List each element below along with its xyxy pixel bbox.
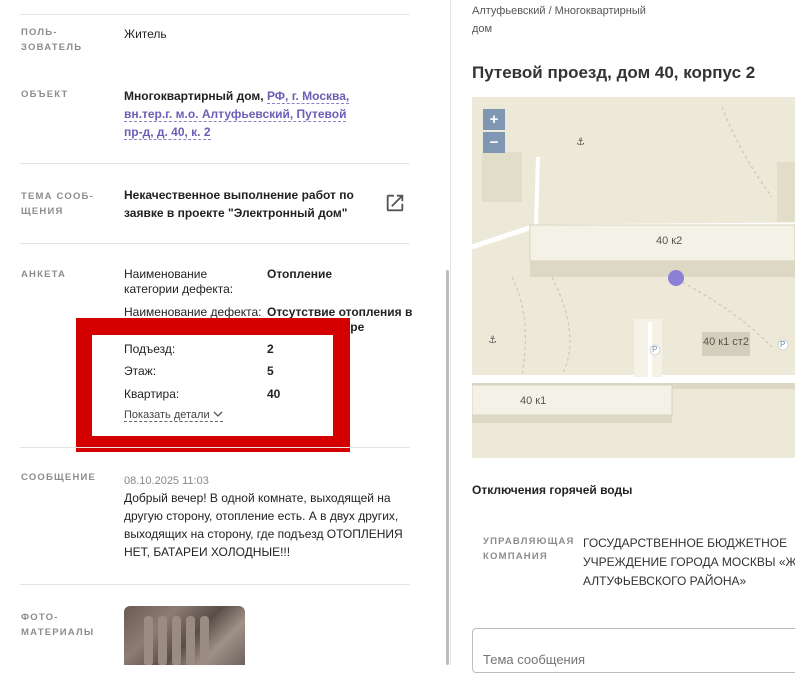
photos-label: ФОТО- МАТЕРИАЛЫ [21,610,94,640]
object-address-link-2[interactable]: вн.тер.г. м.о. Алтуфьевский, Путевой [124,107,347,122]
message-label: СООБЩЕНИЕ [21,472,97,483]
chevron-down-icon [213,411,223,417]
breadcrumb-line2[interactable]: дом [472,20,692,38]
divider [20,243,410,244]
survey-label: АНКЕТА [21,269,67,280]
management-company-label: УПРАВЛЯЮЩАЯ КОМПАНИЯ [483,534,575,564]
page-title: Путевой проезд, дом 40, корпус 2 [472,63,756,82]
topic-value-line1: Некачественное выполнение работ по [124,188,354,202]
message-line1: Добрый вечер! В одной комнате, выходящей… [124,491,391,505]
request-details-panel: ПОЛЬ- ЗОВАТЕЛЬ Житель ОБЪЕКТ Многокварти… [0,0,450,665]
topic-value-line2: заявке в проекте "Электронный дом" [124,206,348,220]
apartment-value: 40 [267,387,281,401]
breadcrumb: Алтуфьевский / Многоквартирный дом [472,2,692,38]
map-label-40k1st2: 40 к1 ст2 [703,336,749,348]
location-marker [668,270,684,286]
entrance-value: 2 [267,342,274,356]
user-label-line1: ПОЛЬ- [21,27,58,38]
defect-category-name-line2: категории дефекта: [124,282,234,296]
external-link-icon[interactable] [384,192,406,214]
message-text: Добрый вечер! В одной комнате, выходящей… [124,489,414,561]
management-company-label-line2: КОМПАНИЯ [483,551,548,562]
zoom-out-button[interactable]: − [483,132,505,153]
divider [20,163,410,164]
apartment-label: Квартира: [124,387,180,401]
landmark-icon: ⚓ [488,335,497,346]
floor-label: Этаж: [124,364,157,378]
defect-category-value: Отопление [267,267,333,281]
scrollbar[interactable] [446,270,449,665]
management-company-value: ГОСУДАРСТВЕННОЕ БЮДЖЕТНОЕ УЧРЕЖДЕНИЕ ГОР… [583,534,795,591]
photo-thumbnail[interactable] [124,606,245,665]
message-subject-input[interactable] [472,628,795,673]
hot-water-outages-title: Отключения горячей воды [472,483,633,497]
message-timestamp: 08.10.2025 11:03 [124,475,209,487]
management-company-label-line1: УПРАВЛЯЮЩАЯ [483,536,575,547]
management-company-line1: ГОСУДАРСТВЕННОЕ БЮДЖЕТНОЕ [583,536,788,550]
object-address-link-1[interactable]: РФ, г. Москва, [266,89,350,104]
divider [20,584,410,585]
map-label-40k2: 40 к2 [656,235,683,247]
show-details-label: Показать детали [124,409,210,421]
map[interactable]: ⚓ ⚓ 40 к2 40 к1 ст2 40 к1 P P [472,97,795,458]
topic-label-line2: ЩЕНИЯ [21,206,64,217]
floor-value: 5 [267,364,274,378]
zoom-in-button[interactable]: + [483,109,505,130]
topic-label-line1: ТЕМА СООБ- [21,191,94,202]
object-value: Многоквартирный дом, РФ, г. Москва, вн.т… [124,87,364,141]
map-label-40k1: 40 к1 [520,395,547,407]
object-label: ОБЪЕКТ [21,89,69,100]
parking-icon: P [780,340,786,349]
landmark-icon: ⚓ [576,137,585,148]
breadcrumb-line1[interactable]: Алтуфьевский / Многоквартирный [472,2,692,20]
message-line3: выходящих на сторону, где подъезд ОТОПЛЕ… [124,527,403,541]
management-company-line3: АЛТУФЬЕВСКОГО РАЙОНА» [583,574,747,588]
photos-label-line1: ФОТО- [21,612,59,623]
divider [20,14,410,15]
message-line4: НЕТ, БАТАРЕИ ХОЛОДНЫЕ!!! [124,545,291,559]
message-line2: другую сторону, отопление есть. А в двух… [124,509,399,523]
object-address-link-3[interactable]: пр-д, д. 40, к. 2 [124,125,211,140]
entrance-label: Подъезд: [124,342,176,356]
defect-category-name: Наименование категории дефекта: [124,267,233,297]
defect-category-name-line1: Наименование [124,267,208,281]
topic-label: ТЕМА СООБ- ЩЕНИЯ [21,189,94,219]
show-details-link[interactable]: Показать детали [124,409,223,422]
user-label-line2: ЗОВАТЕЛЬ [21,42,83,53]
management-company-line2: УЧРЕЖДЕНИЕ ГОРОДА МОСКВЫ «Ж [583,555,795,569]
topic-value: Некачественное выполнение работ по заявк… [124,186,354,222]
object-type: Многоквартирный дом, [124,89,267,103]
divider [20,447,410,448]
panel-divider [450,0,451,665]
parking-icon: P [652,345,658,354]
user-label: ПОЛЬ- ЗОВАТЕЛЬ [21,25,82,55]
user-value: Житель [124,27,167,41]
photos-label-line2: МАТЕРИАЛЫ [21,627,95,638]
